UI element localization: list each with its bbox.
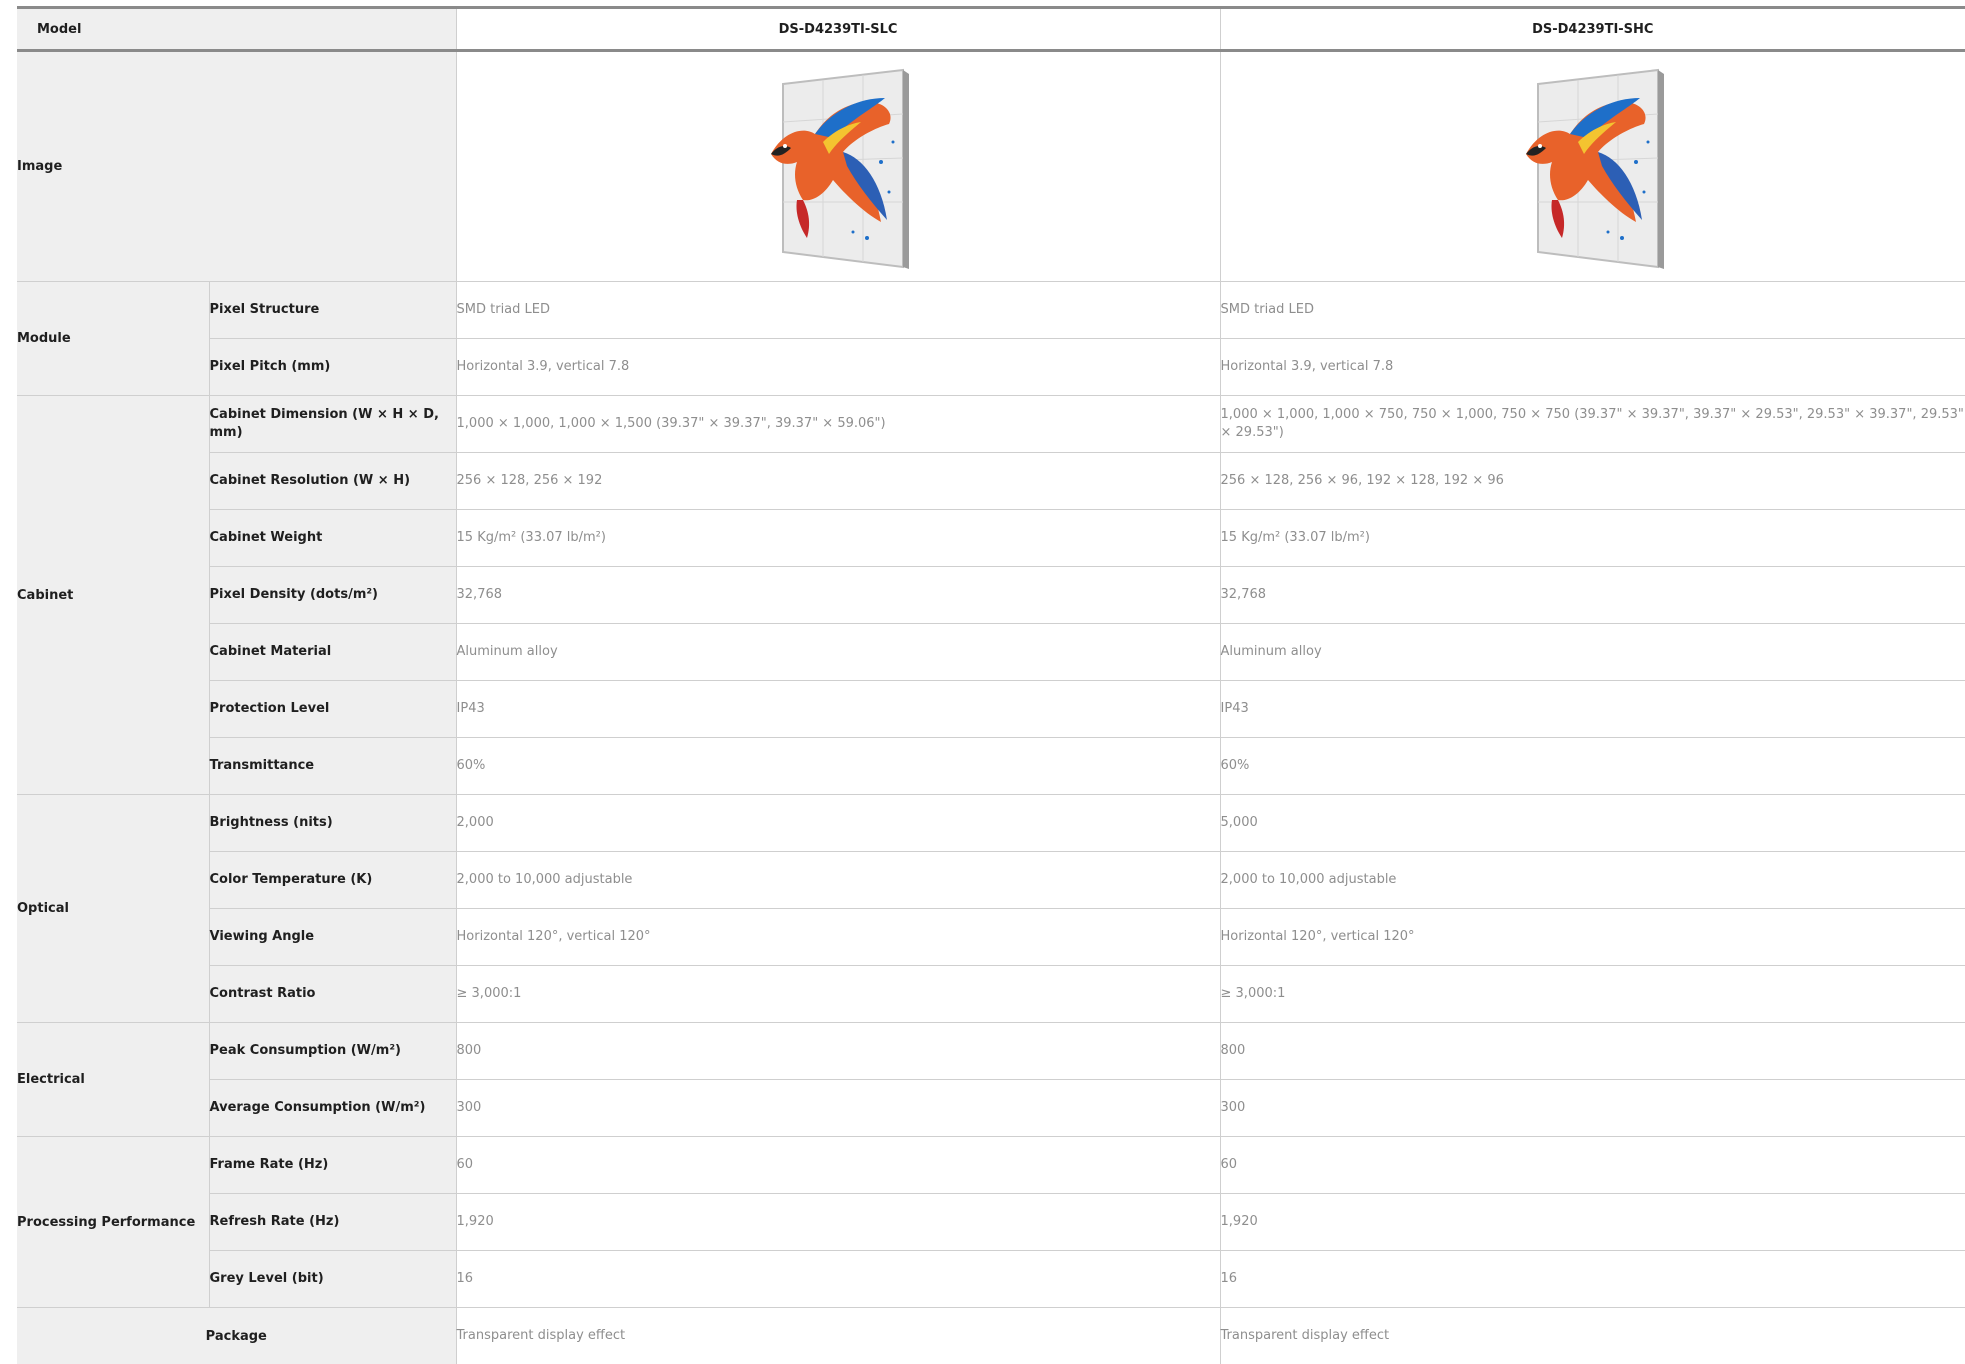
spec-label: Refresh Rate (Hz) [209, 1194, 456, 1251]
spec-value-1: 2,000 to 10,000 adjustable [456, 852, 1220, 909]
spec-value-1: 60 [456, 1137, 1220, 1194]
spec-row: Cabinet Weight15 Kg/m² (33.07 lb/m²)15 K… [17, 510, 1965, 567]
spec-label: Color Temperature (K) [209, 852, 456, 909]
spec-value-2: IP43 [1220, 681, 1965, 738]
spec-label: Frame Rate (Hz) [209, 1137, 456, 1194]
spec-label: Grey Level (bit) [209, 1251, 456, 1308]
spec-row: Average Consumption (W/m²)300300 [17, 1080, 1965, 1137]
spec-label: Cabinet Dimension (W × H × D, mm) [209, 396, 456, 453]
spec-row: Pixel Pitch (mm)Horizontal 3.9, vertical… [17, 339, 1965, 396]
spec-label: Pixel Structure [209, 282, 456, 339]
spec-value-1: SMD triad LED [456, 282, 1220, 339]
spec-value-2: 1,920 [1220, 1194, 1965, 1251]
spec-value-1: Horizontal 120°, vertical 120° [456, 909, 1220, 966]
spec-value-2: Horizontal 3.9, vertical 7.8 [1220, 339, 1965, 396]
spec-row: CabinetCabinet Dimension (W × H × D, mm)… [17, 396, 1965, 453]
spec-label: Viewing Angle [209, 909, 456, 966]
spec-label: Transmittance [209, 738, 456, 795]
spec-row: Protection LevelIP43IP43 [17, 681, 1965, 738]
spec-value-1: 60% [456, 738, 1220, 795]
group-label: Optical [17, 795, 209, 1023]
spec-value-2: Aluminum alloy [1220, 624, 1965, 681]
spec-row: Viewing AngleHorizontal 120°, vertical 1… [17, 909, 1965, 966]
model-label: Model [17, 8, 456, 51]
spec-row: Contrast Ratio≥ 3,000:1≥ 3,000:1 [17, 966, 1965, 1023]
spec-label: Average Consumption (W/m²) [209, 1080, 456, 1137]
model-name-1: DS-D4239TI-SLC [456, 8, 1220, 51]
spec-label: Contrast Ratio [209, 966, 456, 1023]
spec-value-2: 15 Kg/m² (33.07 lb/m²) [1220, 510, 1965, 567]
spec-row: Cabinet MaterialAluminum alloyAluminum a… [17, 624, 1965, 681]
spec-value-2: 32,768 [1220, 567, 1965, 624]
header-row: Model DS-D4239TI-SLC DS-D4239TI-SHC [17, 8, 1965, 51]
spec-value-1: 800 [456, 1023, 1220, 1080]
spec-row: Refresh Rate (Hz)1,9201,920 [17, 1194, 1965, 1251]
group-label: Cabinet [17, 396, 209, 795]
group-label: Processing Performance [17, 1137, 209, 1308]
spec-value-1: ≥ 3,000:1 [456, 966, 1220, 1023]
spec-row: Cabinet Resolution (W × H)256 × 128, 256… [17, 453, 1965, 510]
group-label: Module [17, 282, 209, 396]
spec-value-1: 300 [456, 1080, 1220, 1137]
spec-row: Pixel Density (dots/m²)32,76832,768 [17, 567, 1965, 624]
spec-row: Color Temperature (K)2,000 to 10,000 adj… [17, 852, 1965, 909]
spec-value-2: SMD triad LED [1220, 282, 1965, 339]
spec-label: Brightness (nits) [209, 795, 456, 852]
spec-value-2: 60% [1220, 738, 1965, 795]
spec-value-1: 256 × 128, 256 × 192 [456, 453, 1220, 510]
parrot-display-image [1518, 62, 1668, 272]
spec-value-2: 1,000 × 1,000, 1,000 × 750, 750 × 1,000,… [1220, 396, 1965, 453]
spec-row: Transmittance60%60% [17, 738, 1965, 795]
spec-value-1: Aluminum alloy [456, 624, 1220, 681]
spec-label: Cabinet Material [209, 624, 456, 681]
spec-value-1: IP43 [456, 681, 1220, 738]
spec-label: Pixel Pitch (mm) [209, 339, 456, 396]
spec-value-1: Horizontal 3.9, vertical 7.8 [456, 339, 1220, 396]
spec-value-2: 2,000 to 10,000 adjustable [1220, 852, 1965, 909]
spec-value-1: 1,000 × 1,000, 1,000 × 1,500 (39.37" × 3… [456, 396, 1220, 453]
spec-value-2: 60 [1220, 1137, 1965, 1194]
spec-value-2: Horizontal 120°, vertical 120° [1220, 909, 1965, 966]
spec-value-2: 256 × 128, 256 × 96, 192 × 128, 192 × 96 [1220, 453, 1965, 510]
product-image-cell-2 [1220, 51, 1965, 282]
spec-row: Grey Level (bit)1616 [17, 1251, 1965, 1308]
image-label: Image [17, 51, 456, 282]
spec-value-2: 16 [1220, 1251, 1965, 1308]
image-row: Image [17, 51, 1965, 282]
spec-value-1: 2,000 [456, 795, 1220, 852]
spec-label: Cabinet Weight [209, 510, 456, 567]
spec-value-2: 800 [1220, 1023, 1965, 1080]
spec-label: Cabinet Resolution (W × H) [209, 453, 456, 510]
spec-value-2: 5,000 [1220, 795, 1965, 852]
parrot-display-image [763, 62, 913, 272]
spec-row: ModulePixel StructureSMD triad LEDSMD tr… [17, 282, 1965, 339]
spec-table: Model DS-D4239TI-SLC DS-D4239TI-SHC Imag… [17, 6, 1965, 1364]
group-label: Electrical [17, 1023, 209, 1137]
spec-row: Processing PerformanceFrame Rate (Hz)606… [17, 1137, 1965, 1194]
spec-value-2: ≥ 3,000:1 [1220, 966, 1965, 1023]
spec-value-1: 1,920 [456, 1194, 1220, 1251]
spec-value-1: 16 [456, 1251, 1220, 1308]
spec-value-1: 15 Kg/m² (33.07 lb/m²) [456, 510, 1220, 567]
spec-label: Pixel Density (dots/m²) [209, 567, 456, 624]
spec-value-2: 300 [1220, 1080, 1965, 1137]
product-image-cell-1 [456, 51, 1220, 282]
spec-row: OpticalBrightness (nits)2,0005,000 [17, 795, 1965, 852]
spec-value-1: 32,768 [456, 567, 1220, 624]
spec-label: Peak Consumption (W/m²) [209, 1023, 456, 1080]
spec-row: ElectricalPeak Consumption (W/m²)800800 [17, 1023, 1965, 1080]
spec-label: Protection Level [209, 681, 456, 738]
model-name-2: DS-D4239TI-SHC [1220, 8, 1965, 51]
